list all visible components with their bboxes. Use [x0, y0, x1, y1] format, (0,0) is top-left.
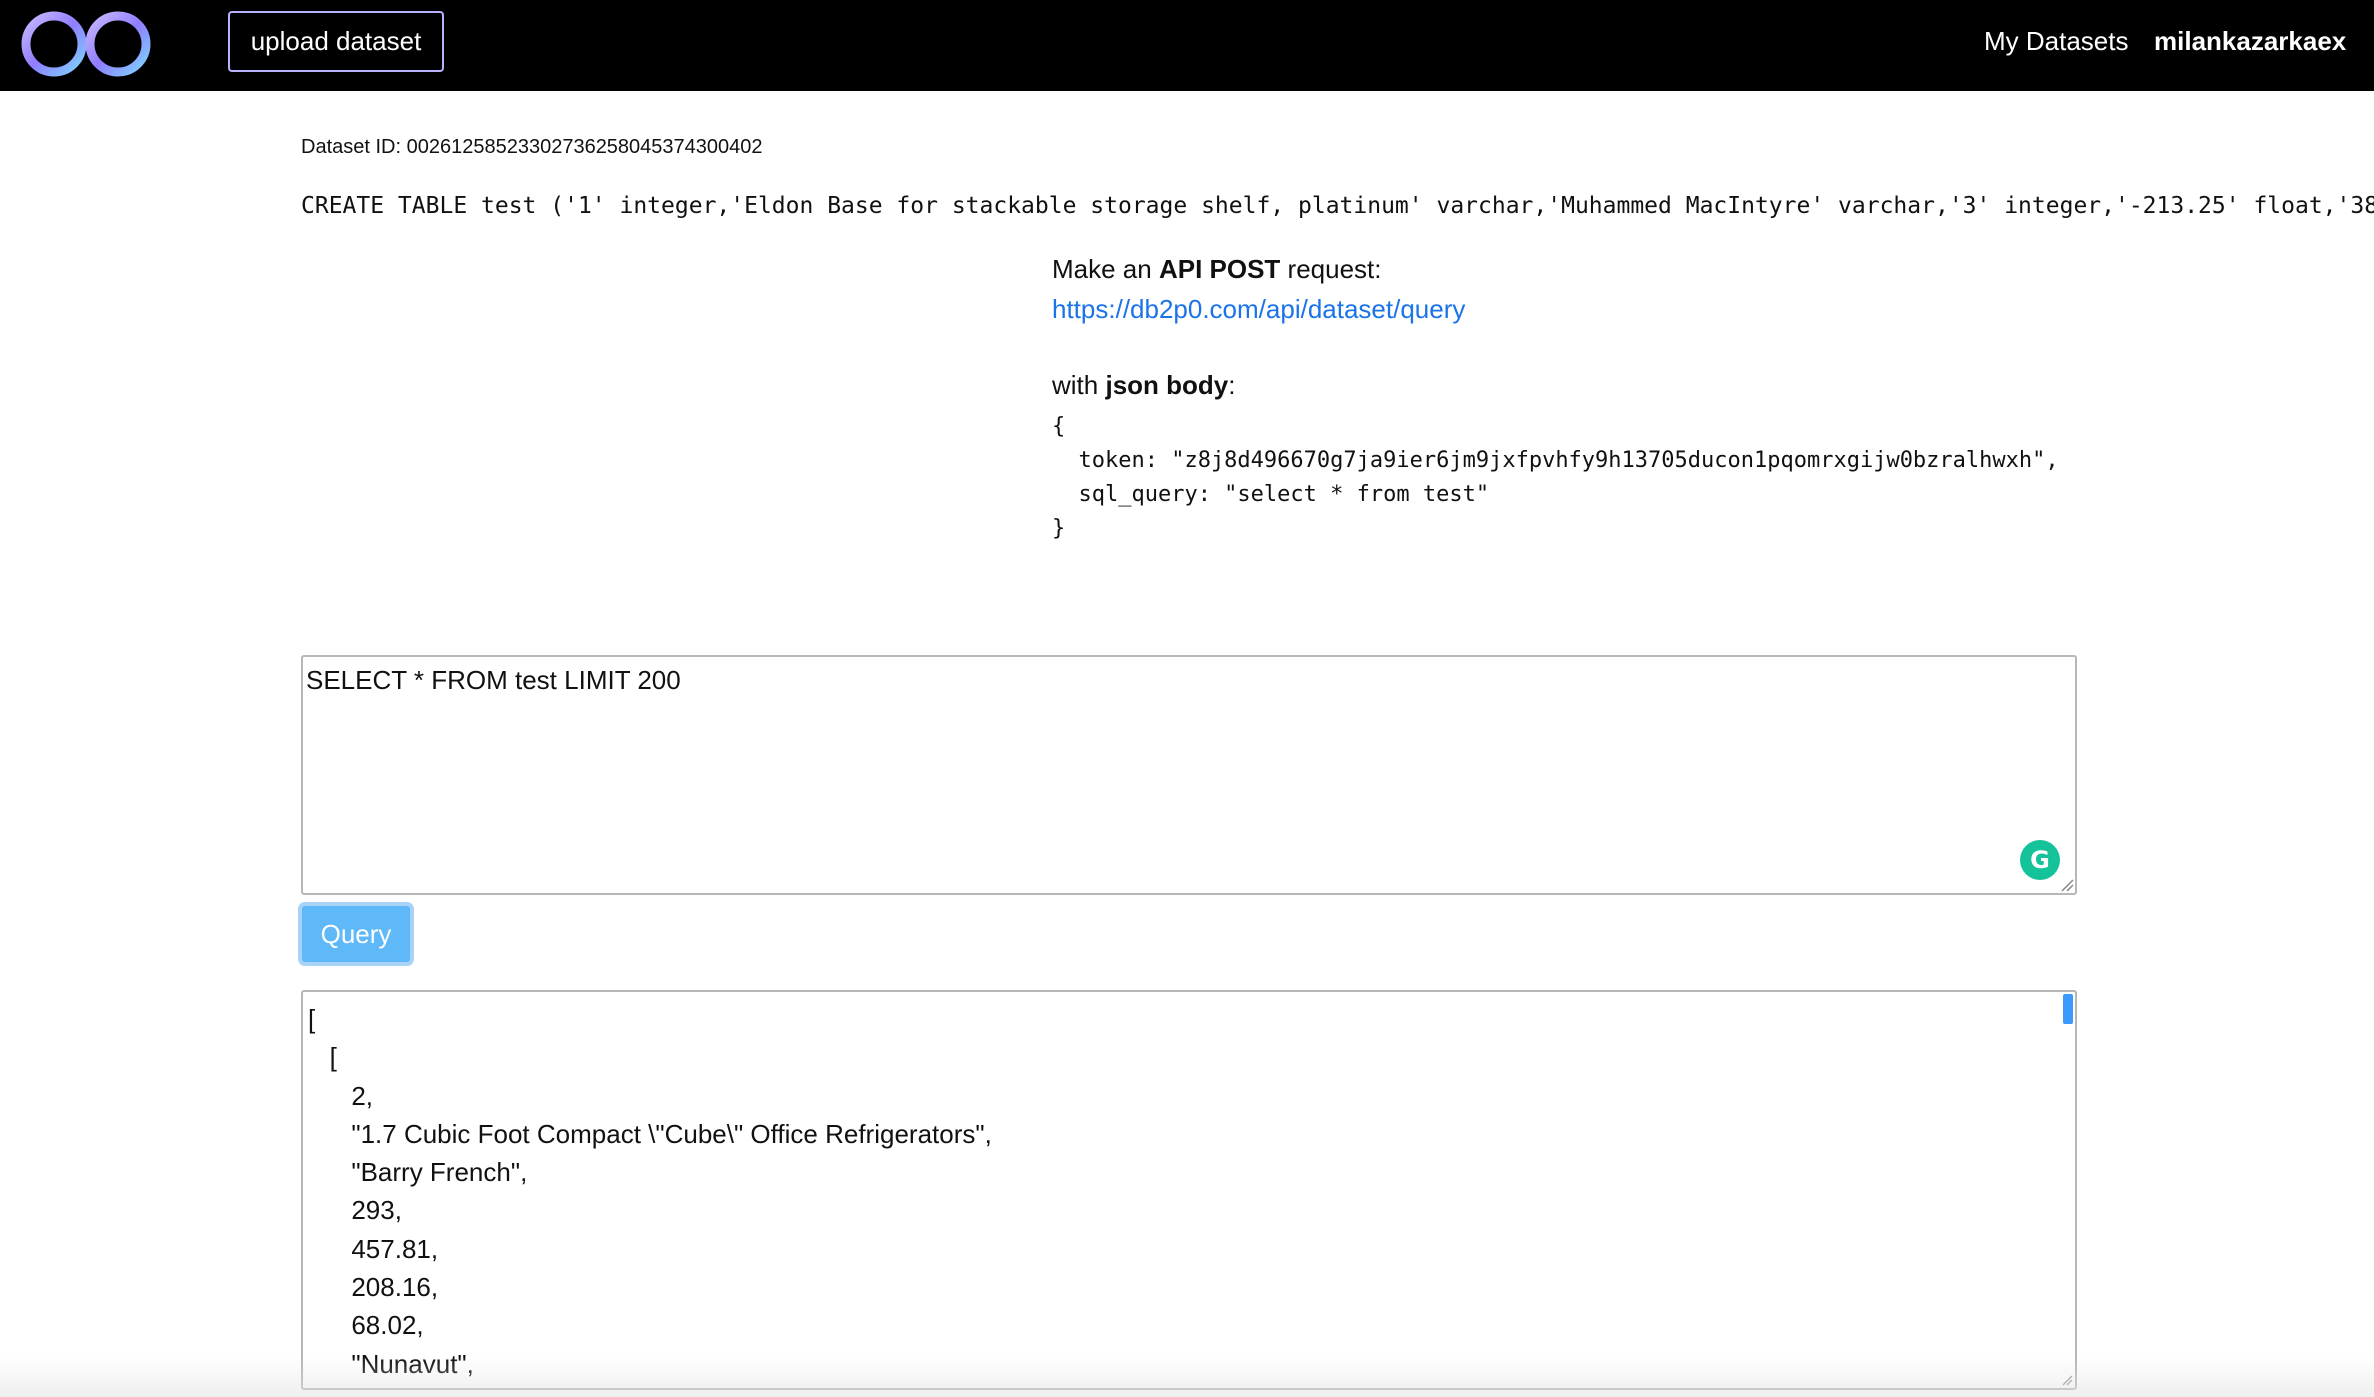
result-scrollbar-thumb[interactable] [2063, 994, 2073, 1024]
json-body-suffix: : [1228, 370, 1236, 400]
result-line: "Barry French", [308, 1157, 528, 1188]
api-endpoint-link[interactable]: https://db2p0.com/api/dataset/query [1052, 294, 1465, 325]
result-line: "1.7 Cubic Foot Compact \"Cube\" Office … [308, 1118, 992, 1149]
json-body-label: with json body: [1052, 370, 1235, 401]
upload-dataset-button[interactable]: upload dataset [228, 11, 444, 72]
result-line: 2, [308, 1080, 374, 1111]
result-line: 457.81, [308, 1233, 439, 1264]
my-datasets-link[interactable]: My Datasets [1984, 26, 2129, 57]
result-line: 293, [308, 1195, 402, 1226]
result-resize-handle-icon[interactable] [2061, 1374, 2073, 1386]
user-profile-link[interactable]: milankazarkaex [2154, 26, 2346, 57]
api-intro-suffix: request: [1280, 254, 1382, 284]
json-token-line: token: "z8j8d496670g7ja9ier6jm9jxfpvhfy9… [1052, 448, 2059, 473]
navbar: upload dataset My Datasets milankazarkae… [0, 0, 2374, 91]
json-body-prefix: with [1052, 370, 1106, 400]
sql-query-input[interactable] [301, 655, 2077, 895]
result-line: 208.16, [308, 1272, 439, 1303]
api-intro-prefix: Make an [1052, 254, 1159, 284]
json-sql-line: sql_query: "select * from test" [1052, 482, 1490, 507]
json-body-bold: json body [1105, 370, 1229, 400]
create-table-statement: CREATE TABLE test ('1' integer,'Eldon Ba… [301, 193, 2374, 219]
result-line: "Nunavut", [308, 1348, 474, 1379]
result-text: [ [ 2, "1.7 Cubic Foot Compact \"Cube\" … [308, 1000, 992, 1383]
result-line: [ [308, 1042, 337, 1073]
textarea-resize-handle-icon[interactable] [2060, 878, 2074, 892]
infinity-circles-logo-icon[interactable] [16, 7, 156, 81]
json-close-brace: } [1052, 516, 1066, 541]
grammarly-icon[interactable]: G [2020, 840, 2060, 880]
result-line: 68.02, [308, 1310, 424, 1341]
result-line: [ [308, 1004, 316, 1034]
api-intro: Make an API POST request: [1052, 254, 1381, 285]
json-open-brace: { [1052, 414, 1066, 439]
query-button[interactable]: Query [298, 902, 414, 966]
dataset-id: Dataset ID: 0026125852330273625804537430… [301, 136, 763, 158]
query-result-output[interactable]: [ [ 2, "1.7 Cubic Foot Compact \"Cube\" … [301, 990, 2077, 1390]
api-intro-bold: API POST [1158, 254, 1281, 284]
